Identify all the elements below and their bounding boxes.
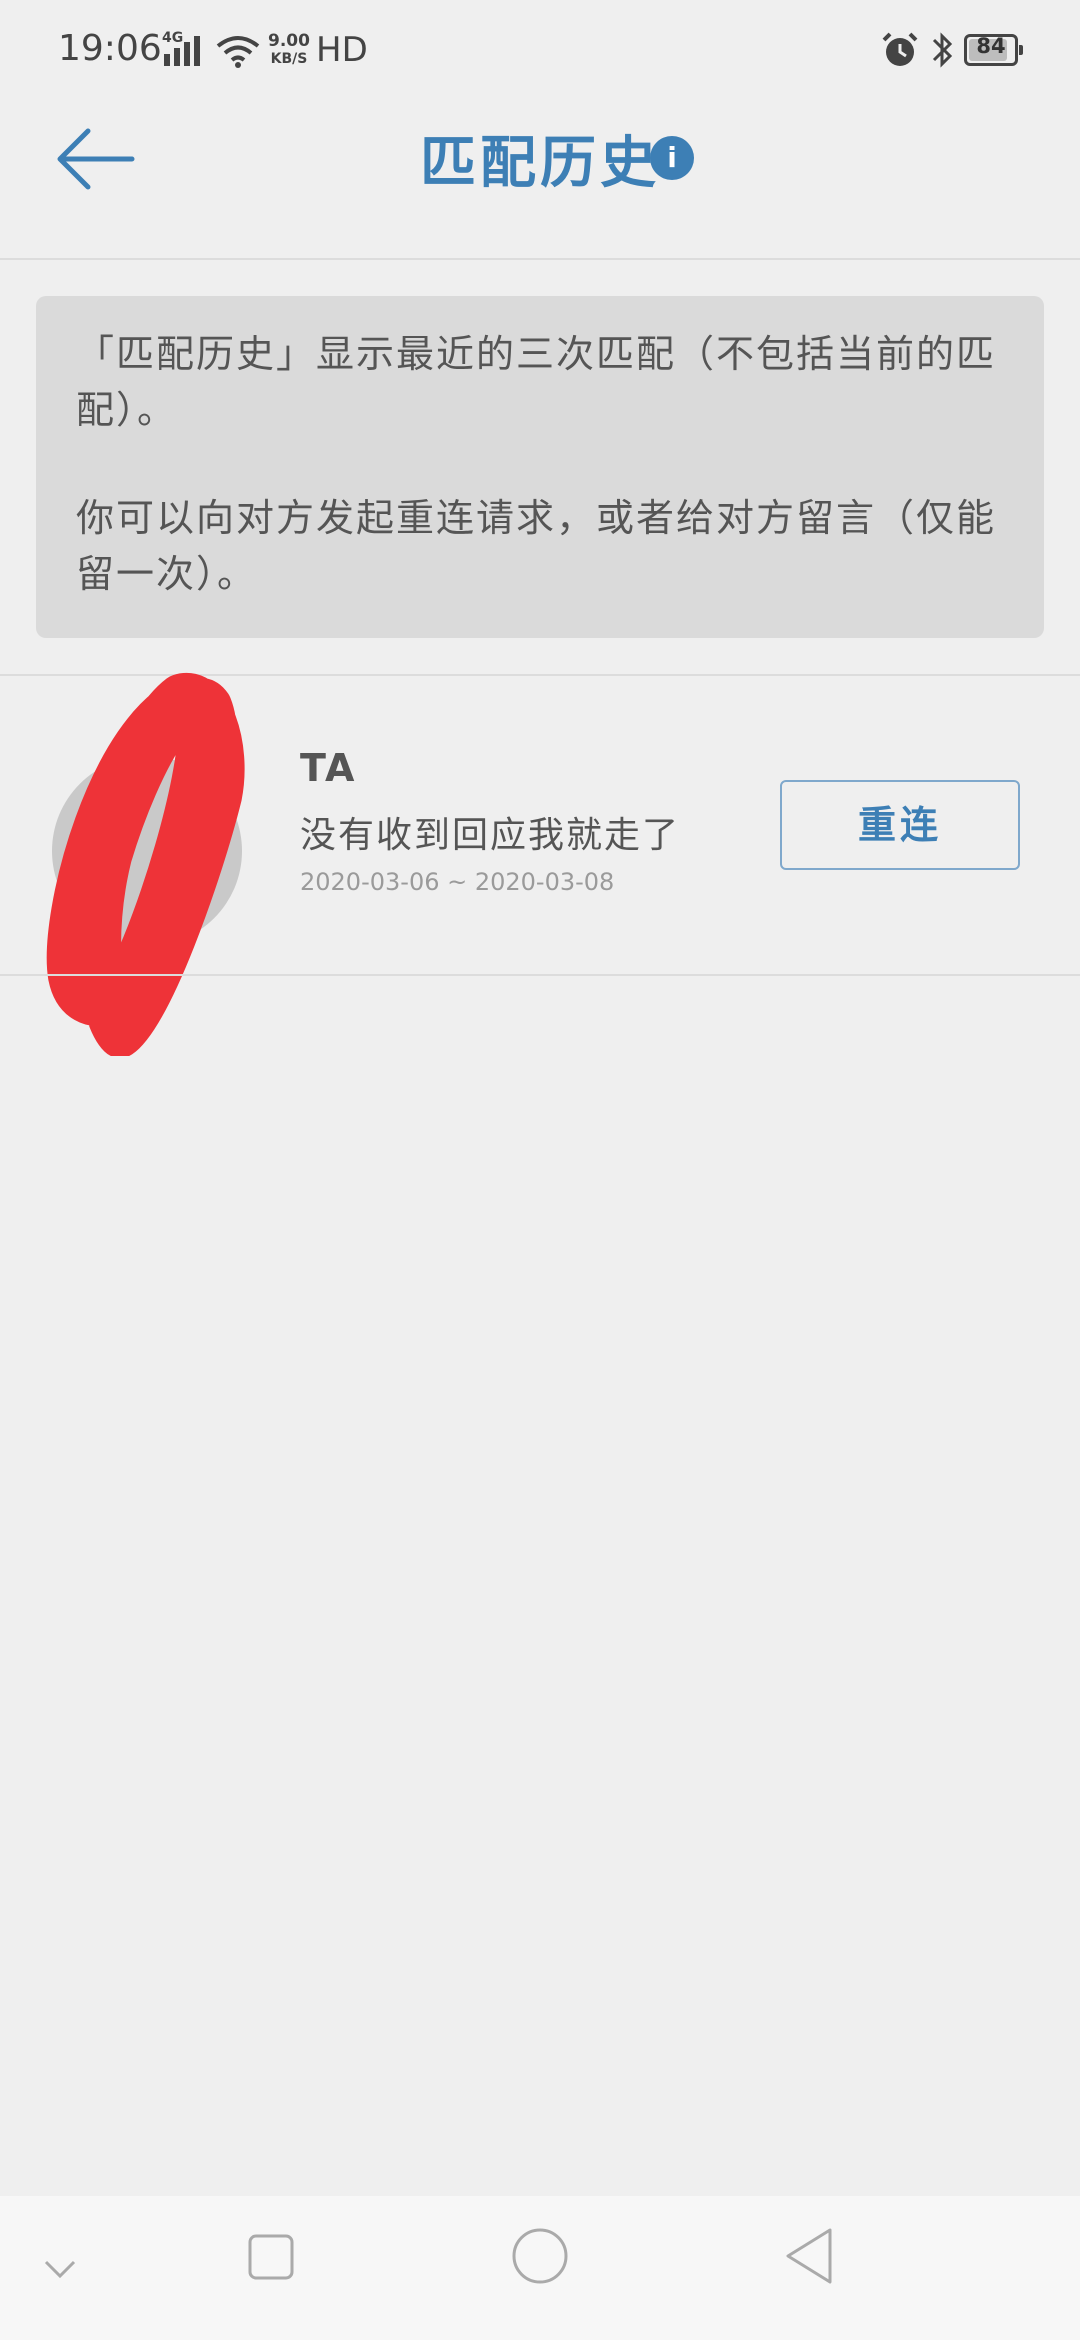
notice-text-1: 「匹配历史」显示最近的三次匹配（不包括当前的匹配）。 <box>76 332 997 432</box>
reconnect-button[interactable]: 重连 <box>780 780 1020 870</box>
list-item[interactable]: TA 没有收到回应我就走了 2020-03-06 ~ 2020-03-08 重连 <box>0 673 1080 1056</box>
signal-icon <box>164 36 200 66</box>
system-nav-bar <box>0 2196 1080 2340</box>
battery-icon: 84 <box>964 34 1023 66</box>
status-time: 19:06 <box>58 28 162 69</box>
wifi-icon <box>216 36 260 68</box>
alarm-icon <box>882 32 918 66</box>
network-speed: 9.00 KB/S <box>268 32 310 68</box>
speed-unit: KB/S <box>270 51 308 67</box>
speed-value: 9.00 <box>268 31 310 51</box>
hd-indicator: HD <box>316 30 368 70</box>
header: 匹配历史 i <box>0 100 1080 260</box>
square-icon[interactable] <box>246 2232 296 2282</box>
match-message: 没有收到回应我就走了 <box>300 815 681 856</box>
info-icon[interactable]: i <box>650 136 694 180</box>
redaction-scribble <box>46 673 245 1056</box>
page-title: 匹配历史 <box>420 131 660 196</box>
bluetooth-icon <box>932 32 953 68</box>
chevron-down-icon[interactable] <box>40 2248 80 2288</box>
match-name: TA <box>300 746 357 790</box>
notice-text-2: 你可以向对方发起重连请求，或者给对方留言（仅能留一次）。 <box>76 496 997 596</box>
circle-icon[interactable] <box>510 2226 570 2286</box>
status-bar: 19:06 4G 9.00 KB/S HD 84 <box>0 0 1080 100</box>
match-dates: 2020-03-06 ~ 2020-03-08 <box>300 868 615 896</box>
divider <box>0 974 1080 976</box>
battery-level: 84 <box>976 34 1006 58</box>
notice-box: 「匹配历史」显示最近的三次匹配（不包括当前的匹配）。 你可以向对方发起重连请求，… <box>36 296 1044 638</box>
triangle-back-icon[interactable] <box>782 2226 838 2286</box>
